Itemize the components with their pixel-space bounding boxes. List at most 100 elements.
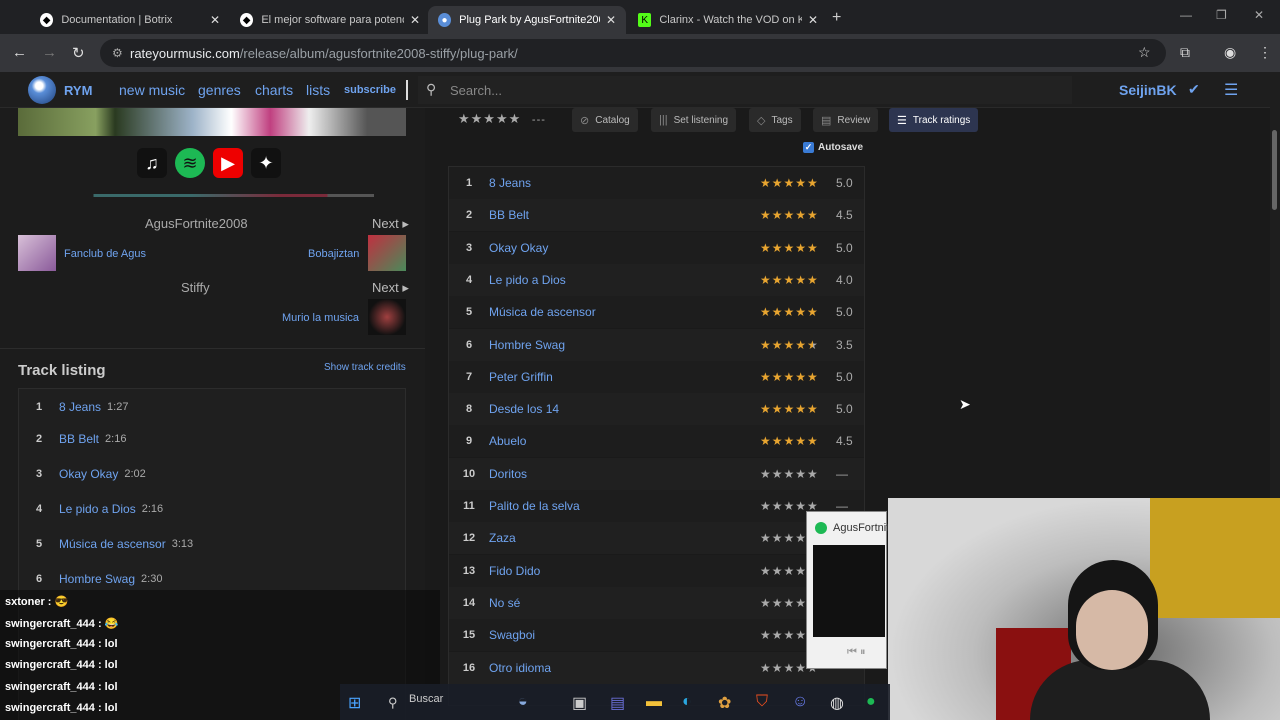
tab-plug-park[interactable]: ● Plug Park by AgusFortnite2008 ✕ xyxy=(428,6,626,34)
release-link-bobajiztan[interactable]: Bobajiztan xyxy=(308,248,359,260)
username-link[interactable]: SeijinBK xyxy=(1119,82,1177,98)
track-rating-stars[interactable]: ★★★★★ xyxy=(760,338,836,352)
edge-icon[interactable]: ◐ xyxy=(682,693,692,711)
track-title-link[interactable]: Abuelo xyxy=(489,434,760,448)
nav-new-music[interactable]: new music xyxy=(119,82,185,98)
track-rating-stars[interactable]: ★★★★★ xyxy=(760,273,836,287)
autosave-checkbox[interactable]: ✓ Autosave xyxy=(803,142,863,153)
close-icon[interactable]: ✕ xyxy=(606,13,616,27)
next-release-link-stiffy[interactable]: Next ▸ xyxy=(372,280,409,296)
track-title-link[interactable]: Zaza xyxy=(489,531,760,545)
forward-icon[interactable]: → xyxy=(42,44,57,61)
track-title-link[interactable]: 8 Jeans xyxy=(489,176,760,190)
track-title-link[interactable]: Hombre Swag xyxy=(59,572,135,586)
set-listening-button[interactable]: ||| Set listening xyxy=(651,108,737,132)
artist-name-agus[interactable]: AgusFortnite2008 xyxy=(145,216,248,231)
track-title-link[interactable]: Otro idioma xyxy=(489,661,760,675)
brave-icon[interactable]: ⛉ xyxy=(756,693,768,711)
site-search-input[interactable]: Search... xyxy=(418,76,1072,104)
track-rating-stars[interactable]: ★★★★★ xyxy=(760,434,836,448)
release-thumb-murio[interactable] xyxy=(368,299,406,335)
teams-icon[interactable]: ▤ xyxy=(610,693,625,713)
spotify-mini-window[interactable]: AgusFortnite ⏮ ⏸ xyxy=(806,511,888,669)
track-rating-stars[interactable]: ★★★★★ xyxy=(760,370,836,384)
apple-music-icon[interactable]: ♫ xyxy=(137,148,167,178)
next-release-link-agus[interactable]: Next ▸ xyxy=(372,216,409,232)
task-view-icon[interactable]: ▣ xyxy=(572,693,587,713)
album-rating-stars[interactable]: ★★★★★ --- xyxy=(458,111,546,127)
nav-lists[interactable]: lists xyxy=(306,82,330,98)
review-button[interactable]: ▤ Review xyxy=(813,108,879,132)
track-title-link[interactable]: Música de ascensor xyxy=(489,305,760,319)
profile-icon[interactable]: ◉ xyxy=(1224,44,1236,61)
artist-name-stiffy[interactable]: Stiffy xyxy=(181,280,210,295)
close-icon[interactable]: ✕ xyxy=(410,13,420,27)
search-icon[interactable]: ⚲ xyxy=(388,695,398,711)
track-rating-stars[interactable]: ★★★★★ xyxy=(760,402,836,416)
nav-genres[interactable]: genres xyxy=(198,82,241,98)
discord-icon[interactable]: ☺ xyxy=(792,693,808,711)
url-field[interactable]: rateyourmusic.com/release/album/agusfort… xyxy=(100,39,1166,67)
track-title-link[interactable]: Peter Griffin xyxy=(489,370,760,384)
tags-button[interactable]: ◇ Tags xyxy=(749,108,801,132)
rym-logo[interactable] xyxy=(28,76,56,104)
track-rating-stars[interactable]: ★★★★★ xyxy=(760,208,836,222)
show-track-credits-link[interactable]: Show track credits xyxy=(324,362,406,373)
catalog-button[interactable]: ⊘ Catalog xyxy=(572,108,638,132)
track-rating-stars[interactable]: ★★★★★ xyxy=(760,305,836,319)
track-title-link[interactable]: 8 Jeans xyxy=(59,400,101,414)
minimize-icon[interactable]: — xyxy=(1180,8,1192,22)
copilot-icon[interactable]: ✿ xyxy=(718,693,731,713)
track-rating-stars[interactable]: ★★★★★ xyxy=(760,176,836,190)
media-controls-icon[interactable]: ⏮ ⏸ xyxy=(847,646,865,659)
rym-brand-link[interactable]: RYM xyxy=(64,83,92,98)
track-title-link[interactable]: Okay Okay xyxy=(59,467,118,481)
windows-start-icon[interactable]: ⊞ xyxy=(348,693,361,713)
tab-kick-vod[interactable]: K Clarinx - Watch the VOD on Kic ✕ xyxy=(628,6,828,34)
subscribe-link[interactable]: subscribe xyxy=(344,84,396,96)
track-title-link[interactable]: BB Belt xyxy=(489,208,760,222)
reload-icon[interactable]: ↻ xyxy=(72,44,85,62)
track-title-link[interactable]: Desde los 14 xyxy=(489,402,760,416)
back-icon[interactable]: ← xyxy=(12,44,27,61)
track-ratings-button[interactable]: ☰ Track ratings xyxy=(889,108,979,132)
hamburger-menu-icon[interactable]: ☰ xyxy=(1224,80,1238,100)
new-tab-button[interactable]: + xyxy=(832,9,841,27)
track-rating-stars[interactable]: ★★★★★ xyxy=(760,467,836,481)
release-thumb-bobajiztan[interactable] xyxy=(368,235,406,271)
track-title-link[interactable]: Okay Okay xyxy=(489,241,760,255)
track-title-link[interactable]: BB Belt xyxy=(59,432,99,446)
track-title-link[interactable]: Le pido a Dios xyxy=(489,273,760,287)
bookmark-star-icon[interactable]: ☆ xyxy=(1138,44,1151,61)
track-title-link[interactable]: Le pido a Dios xyxy=(59,502,136,516)
track-title-link[interactable]: Palito de la selva xyxy=(489,499,760,513)
track-title-link[interactable]: Hombre Swag xyxy=(489,338,760,352)
extensions-icon[interactable]: ⧉ xyxy=(1180,44,1190,61)
close-window-icon[interactable]: ✕ xyxy=(1254,8,1264,22)
close-icon[interactable]: ✕ xyxy=(210,13,220,27)
tidal-icon[interactable]: ✦ xyxy=(251,148,281,178)
release-thumb-fanclub[interactable] xyxy=(18,235,56,271)
youtube-icon[interactable]: ▶ xyxy=(213,148,243,178)
maximize-icon[interactable]: ❐ xyxy=(1216,8,1227,22)
tab-botrix-docs[interactable]: ◆ Documentation | Botrix ✕ xyxy=(30,6,230,34)
track-rating-stars[interactable]: ★★★★★ xyxy=(760,241,836,255)
track-title-link[interactable]: Música de ascensor xyxy=(59,537,166,551)
track-title-link[interactable]: Swagboi xyxy=(489,628,760,642)
app-icon[interactable]: ◒ xyxy=(518,693,528,711)
file-explorer-icon[interactable]: ▬ xyxy=(646,693,662,711)
track-title-link[interactable]: No sé xyxy=(489,596,760,610)
close-icon[interactable]: ✕ xyxy=(808,13,818,27)
nav-charts[interactable]: charts xyxy=(255,82,293,98)
spotify-icon[interactable]: ● xyxy=(866,693,876,711)
chrome-icon[interactable]: ◍ xyxy=(830,693,844,713)
track-title-link[interactable]: Fido Dido xyxy=(489,564,760,578)
tab-botrix-software[interactable]: ◆ El mejor software para potencia ✕ xyxy=(230,6,430,34)
taskbar-search-label[interactable]: Buscar xyxy=(409,693,443,705)
menu-dots-icon[interactable]: ⋮ xyxy=(1258,44,1272,61)
site-info-icon[interactable]: ⚙ xyxy=(112,46,123,60)
scrollbar-thumb[interactable] xyxy=(1272,130,1277,210)
spotify-icon[interactable]: ≋ xyxy=(175,148,205,178)
release-link-murio[interactable]: Murio la musica xyxy=(282,312,359,324)
track-title-link[interactable]: Doritos xyxy=(489,467,760,481)
